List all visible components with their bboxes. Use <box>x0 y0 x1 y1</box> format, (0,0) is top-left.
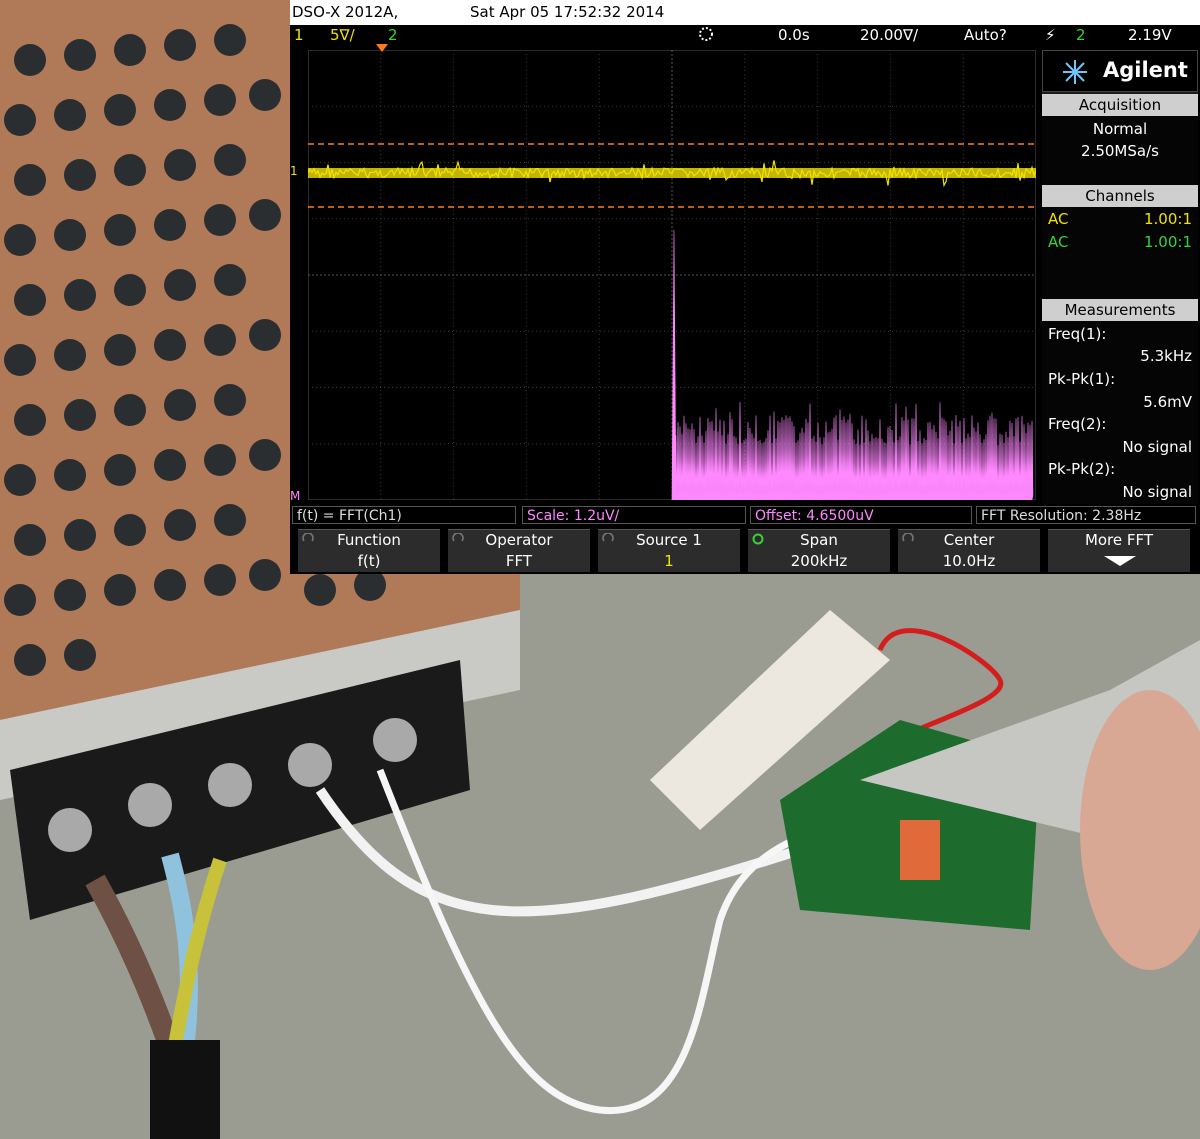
channel-coupling: AC <box>1048 210 1069 228</box>
trigger-level: 2.19V <box>1128 26 1172 44</box>
measurement-label: Pk-Pk(2): <box>1048 460 1116 478</box>
function-expression: f(t) = FFT(Ch1) <box>292 506 516 524</box>
measurement-label: Freq(1): <box>1048 325 1107 343</box>
channel-coupling: AC <box>1048 233 1069 251</box>
ch2-indicator[interactable]: 2 <box>388 26 398 44</box>
brand-name: Agilent <box>1103 58 1188 82</box>
ch1-trace-core <box>308 168 1036 178</box>
softkey-label: Span <box>800 531 838 549</box>
softkey-label: More FFT <box>1084 531 1154 549</box>
softkey-center[interactable]: Center 10.0Hz <box>898 529 1040 572</box>
brand-panel: Agilent <box>1042 50 1198 92</box>
waveform-graticule <box>308 50 1036 500</box>
info-sidebar: Agilent Acquisition Normal 2.50MSa/s Cha… <box>1042 50 1198 504</box>
measurement-value: 5.3kHz <box>1140 347 1192 365</box>
channels-panel: AC 1.00:1 AC 1.00:1 <box>1042 207 1198 299</box>
softkey-function[interactable]: Function f(t) <box>298 529 440 572</box>
timebase-value: 20.00∇/ <box>860 26 919 44</box>
agilent-spark-icon <box>1061 58 1089 90</box>
math-offset: Offset: 4.6500uV <box>750 506 972 524</box>
delay-value: 0.0s <box>778 26 810 44</box>
trigger-position-marker <box>376 44 388 52</box>
measurement-value: No signal <box>1122 438 1192 456</box>
channel-row: AC 1.00:1 <box>1048 210 1192 228</box>
function-info-line: f(t) = FFT(Ch1) Scale: 1.2uV/ Offset: 4.… <box>290 505 1200 527</box>
measurement-value: 5.6mV <box>1143 393 1192 411</box>
model-label: DSO-X 2012A, <box>292 3 399 21</box>
channel-probe: 1.00:1 <box>1144 233 1192 251</box>
channels-header[interactable]: Channels <box>1042 185 1198 207</box>
softkey-label: Source 1 <box>636 531 702 549</box>
softkey-label: Operator <box>485 531 553 549</box>
trigger-channel: 2 <box>1076 26 1086 44</box>
ch1-ground-marker: 1 <box>290 164 298 178</box>
measurements-header[interactable]: Measurements <box>1042 299 1198 321</box>
acquisition-panel: Normal 2.50MSa/s <box>1042 116 1198 186</box>
ch1-scale: 5∇/ <box>330 26 355 44</box>
acquisition-mode: Normal <box>1092 120 1148 138</box>
measurement-label: Pk-Pk(1): <box>1048 370 1116 388</box>
measurement-value: No signal <box>1122 483 1192 501</box>
status-bar: 1 5∇/ 2 0.0s 20.00∇/ Auto? ⚡ 2 2.19V <box>290 25 1200 45</box>
softkey-more-fft[interactable]: More FFT <box>1048 529 1190 572</box>
softkey-label: Function <box>337 531 401 549</box>
trigger-edge-icon: ⚡ <box>1045 26 1056 44</box>
ch1-indicator[interactable]: 1 <box>294 26 304 44</box>
sample-rate: 2.50MSa/s <box>1081 142 1159 160</box>
softkey-source[interactable]: Source 1 1 <box>598 529 740 572</box>
acquisition-header[interactable]: Acquisition <box>1042 94 1198 116</box>
softkey-value: FFT <box>505 552 533 570</box>
softkey-label: Center <box>943 531 995 549</box>
channel-probe: 1.00:1 <box>1144 210 1192 228</box>
oscilloscope-screen: DSO-X 2012A, Sat Apr 05 17:52:32 2014 1 … <box>290 0 1200 574</box>
measurement-label: Freq(2): <box>1048 415 1107 433</box>
datetime-label: Sat Apr 05 17:52:32 2014 <box>470 3 665 21</box>
softkey-operator[interactable]: Operator FFT <box>448 529 590 572</box>
screen-header: DSO-X 2012A, Sat Apr 05 17:52:32 2014 <box>290 0 1200 25</box>
fft-resolution: FFT Resolution: 2.38Hz <box>976 506 1196 524</box>
measurements-panel: Freq(1): 5.3kHz Pk-Pk(1): 5.6mV Freq(2):… <box>1042 321 1198 504</box>
math-scale: Scale: 1.2uV/ <box>522 506 746 524</box>
softkey-span[interactable]: Span 200kHz <box>748 529 890 572</box>
run-state-icon <box>696 26 716 46</box>
softkey-value: 1 <box>664 552 674 570</box>
arrow-down-icon <box>1104 556 1136 566</box>
softkey-value: 10.0Hz <box>942 552 996 570</box>
trigger-mode: Auto? <box>964 26 1007 44</box>
softkey-value: f(t) <box>357 552 381 570</box>
math-ground-marker: M <box>290 489 301 503</box>
softkey-value: 200kHz <box>790 552 848 570</box>
channel-row: AC 1.00:1 <box>1048 233 1192 251</box>
